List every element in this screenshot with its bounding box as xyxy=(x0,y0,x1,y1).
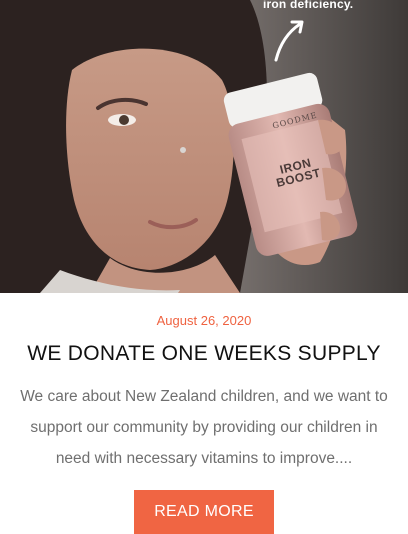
post-title[interactable]: WE DONATE ONE WEEKS SUPPLY xyxy=(0,342,408,366)
blog-post-card: iron deficiency. GOODME IRON BOOST Augus… xyxy=(0,0,408,534)
read-more-button[interactable]: READ MORE xyxy=(134,490,274,534)
image-caption-text: iron deficiency. xyxy=(263,0,354,11)
post-excerpt: We care about New Zealand children, and … xyxy=(20,388,388,467)
post-featured-image[interactable]: iron deficiency. GOODME IRON BOOST xyxy=(0,0,408,293)
post-date: August 26, 2020 xyxy=(156,313,252,328)
hero-photo xyxy=(0,0,408,293)
